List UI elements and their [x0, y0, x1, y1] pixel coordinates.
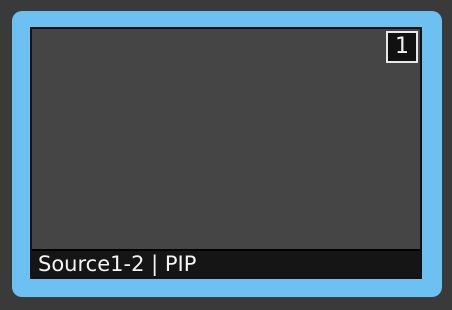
- preview-screen[interactable]: 1 Source1-2 | PIP: [30, 27, 422, 279]
- source-label: Source1-2 | PIP: [32, 249, 420, 277]
- selected-preview-window[interactable]: 1 Source1-2 | PIP: [12, 11, 442, 297]
- preview-panel-background: 1 Source1-2 | PIP: [0, 0, 452, 310]
- window-number-badge: 1: [386, 31, 418, 63]
